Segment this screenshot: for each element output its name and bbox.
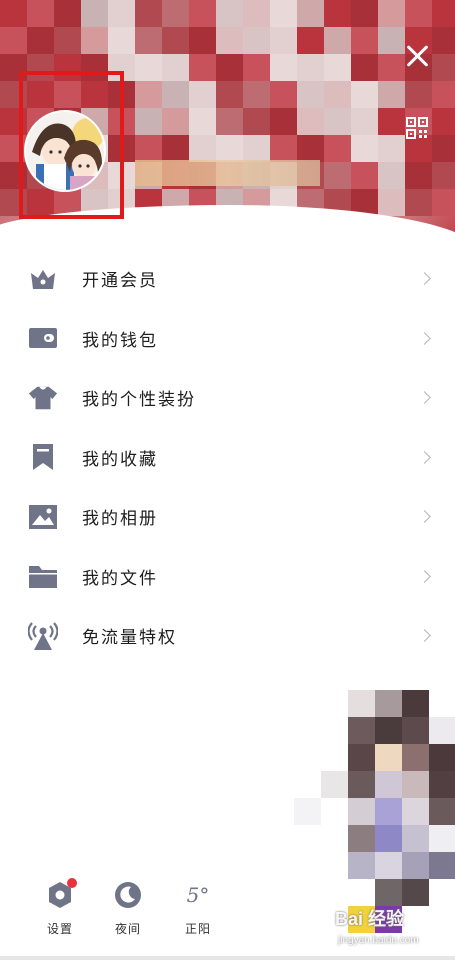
menu-item-label: 我的文件 — [82, 568, 158, 589]
menu-item-label: 免流量特权 — [82, 628, 177, 649]
menu-item-label: 我的个性装扮 — [82, 390, 196, 411]
watermark: Bai 经验 jingyan.baidu.com — [335, 905, 453, 955]
weather-location-label: 正阳 — [184, 922, 211, 936]
chevron-right-icon — [418, 391, 431, 405]
chevron-right-icon — [418, 510, 431, 524]
menu-item-free-data[interactable]: 免流量特权 — [0, 606, 455, 666]
menu-item-album[interactable]: 我的相册 — [0, 487, 455, 547]
menu-item-label: 我的钱包 — [82, 330, 158, 351]
photo-icon — [28, 502, 58, 532]
menu-item-vip[interactable]: 开通会员 — [0, 249, 455, 309]
menu-item-theme[interactable]: 我的个性装扮 — [0, 368, 455, 428]
menu-item-wallet[interactable]: 我的钱包 — [0, 309, 455, 369]
night-mode-button[interactable]: 夜间 — [98, 880, 158, 937]
chevron-right-icon — [418, 629, 431, 643]
crown-icon — [28, 264, 58, 294]
wallet-icon — [28, 323, 58, 353]
moon-icon — [113, 880, 143, 910]
notification-dot — [67, 878, 77, 888]
menu-item-label: 我的相册 — [82, 509, 158, 530]
settings-icon — [45, 878, 77, 910]
close-icon[interactable] — [404, 43, 430, 69]
qr-code-icon[interactable] — [406, 117, 428, 139]
chevron-right-icon — [418, 569, 431, 583]
menu-item-favorites[interactable]: 我的收藏 — [0, 428, 455, 488]
bottom-divider — [0, 956, 455, 960]
weather-button[interactable]: 5° 正阳 — [168, 880, 228, 937]
chevron-right-icon — [418, 450, 431, 464]
side-menu: 开通会员 我的钱包 我的个性装扮 我的收藏 我的相册 我的文件 免流量特权 — [0, 249, 455, 666]
weather-temperature: 5° — [186, 883, 210, 907]
menu-item-label: 我的收藏 — [82, 449, 158, 470]
bottom-bar: 设置 夜间 5° 正阳 — [0, 878, 300, 950]
settings-label: 设置 — [46, 922, 73, 936]
bookmark-icon — [28, 442, 58, 472]
settings-button[interactable]: 设置 — [30, 878, 90, 937]
folder-icon — [28, 561, 58, 591]
chevron-right-icon — [418, 272, 431, 286]
antenna-icon — [28, 621, 58, 651]
menu-item-label: 开通会员 — [82, 271, 158, 292]
blurred-nickname — [135, 160, 320, 186]
chevron-right-icon — [418, 331, 431, 345]
avatar[interactable] — [24, 110, 106, 192]
night-mode-label: 夜间 — [114, 922, 141, 936]
watermark-url: jingyan.baidu.com — [338, 935, 419, 946]
watermark-text: Bai 经验 — [335, 909, 405, 929]
shirt-icon — [28, 383, 58, 413]
menu-item-files[interactable]: 我的文件 — [0, 547, 455, 607]
